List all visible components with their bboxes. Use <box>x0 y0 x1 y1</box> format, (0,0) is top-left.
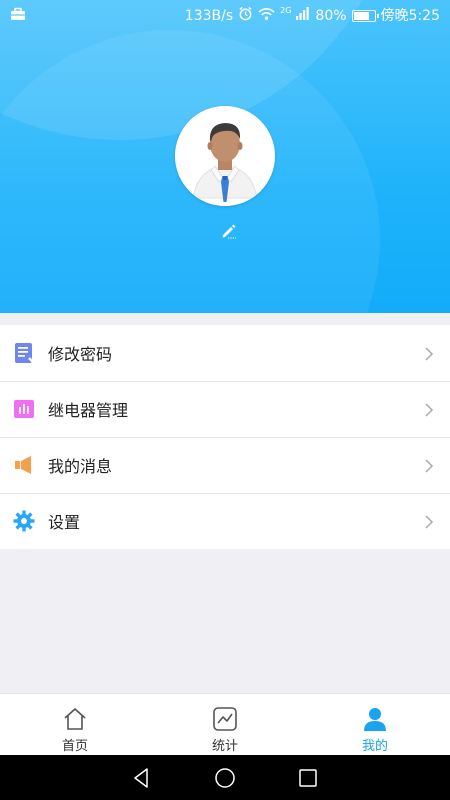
menu-item-settings[interactable]: 设置 <box>0 493 450 549</box>
chevron-right-icon <box>422 402 436 417</box>
menu-item-label: 继电器管理 <box>48 401 129 420</box>
menu-item-my-messages[interactable]: 我的消息 <box>0 437 450 493</box>
network-type: 2G <box>280 6 292 15</box>
battery-percent: 80% <box>315 8 347 24</box>
chart-icon <box>213 707 237 731</box>
briefcase-icon <box>10 7 26 25</box>
battery-icon <box>351 10 379 22</box>
recent-apps-icon[interactable] <box>296 766 320 790</box>
menu-item-label: 我的消息 <box>48 457 113 476</box>
tab-label: 统计 <box>211 739 238 754</box>
system-navigation-bar <box>0 755 450 800</box>
tab-statistics[interactable]: 统计 <box>150 694 300 755</box>
tab-mine[interactable]: 我的 <box>300 694 450 755</box>
menu-item-label: 设置 <box>48 513 81 532</box>
avatar[interactable] <box>175 106 275 206</box>
clock: 傍晚5:25 <box>380 8 440 24</box>
chevron-right-icon <box>422 346 436 361</box>
wifi-icon <box>258 7 275 26</box>
status-bar: 133B/s 2G 80% 傍晚5:25 <box>0 0 450 30</box>
settings-menu: 修改密码 继电器管理 我的消息 设置 <box>0 325 450 549</box>
bottom-tab-bar: 首页 统计 我的 <box>0 693 450 755</box>
chevron-right-icon <box>422 514 436 529</box>
alarm-icon <box>238 6 253 26</box>
signal-icon <box>296 7 310 25</box>
person-icon <box>364 708 386 731</box>
home-circle-icon[interactable] <box>213 766 237 790</box>
gear-icon <box>12 509 36 533</box>
speaker-icon <box>12 453 36 477</box>
pencil-icon[interactable] <box>220 222 238 240</box>
tab-label: 首页 <box>61 739 88 754</box>
menu-item-label: 修改密码 <box>48 345 113 364</box>
document-edit-icon <box>12 341 36 365</box>
chevron-right-icon <box>422 458 436 473</box>
tab-label: 我的 <box>361 739 388 754</box>
back-icon[interactable] <box>130 766 154 790</box>
relay-bars-icon <box>12 397 36 421</box>
net-speed: 133B/s <box>184 8 234 24</box>
menu-item-relay-management[interactable]: 继电器管理 <box>0 381 450 437</box>
menu-item-change-password[interactable]: 修改密码 <box>0 325 450 381</box>
profile-header: 133B/s 2G 80% 傍晚5:25 <box>0 0 450 313</box>
tab-home[interactable]: 首页 <box>0 694 150 755</box>
home-icon <box>64 708 86 730</box>
